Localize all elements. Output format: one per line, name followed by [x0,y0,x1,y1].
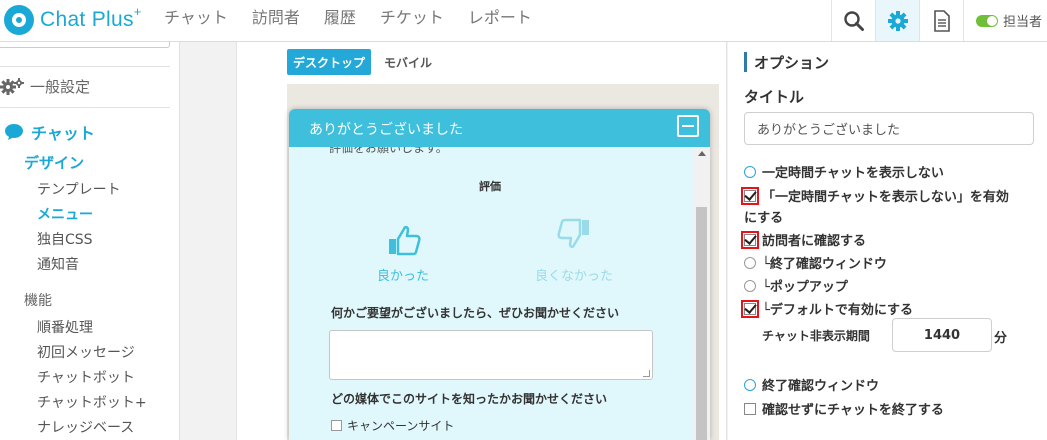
sidebar-item-chat[interactable]: チャット [4,120,95,144]
gears-icon [0,77,24,95]
nav-tickets[interactable]: チケット [380,4,444,28]
end-without-confirm-checkbox[interactable] [744,402,756,415]
logo-plus: + [133,4,142,19]
sidebar-item-queue[interactable]: 順番処理 [37,317,93,337]
chat-widget-preview: ありがとうございました 評価をお願いします。 評価 良かった 良くなかった 何か… [289,109,710,440]
thumbs-down-icon[interactable] [556,215,592,251]
sidebar-search-input[interactable] [0,42,170,48]
end-confirm-window-option[interactable]: 終了確認ウィンドウ [744,375,879,394]
sidebar-item-chatbot-plus[interactable]: チャットボット+ [37,392,147,412]
divider [0,66,170,67]
period-unit: 分 [994,331,1008,346]
hide-chat-radio[interactable] [744,165,756,178]
title-label: タイトル [744,88,805,106]
media-label: どの媒体でこのサイトを知ったかお聞かせください [331,392,608,406]
main-nav: チャット 訪問者 履歴 チケット レポート [164,0,556,32]
document-button[interactable] [919,0,963,41]
end-confirm-sub-option[interactable]: └終了確認ウィンドウ [744,253,887,272]
sidebar-item-template[interactable]: テンプレート [37,179,121,199]
status-label: 担当者 [1003,15,1043,30]
general-settings-label: 一般設定 [30,78,91,96]
request-textarea[interactable] [329,330,653,380]
hide-chat-label: 一定時間チャットを表示しない [762,166,944,181]
enable-hide-option[interactable]: 「一定時間チャットを表示しない」を有効 [741,186,1009,205]
options-panel: オプション タイトル ありがとうございました 一定時間チャットを表示しない 「一… [728,42,1047,440]
status-toggle[interactable]: 担当者 [963,0,1047,41]
widget-header: ありがとうございました [289,109,710,147]
thumbs-up-icon[interactable] [386,223,422,259]
minimize-icon[interactable] [677,115,699,137]
period-label: チャット非表示期間 [762,329,870,343]
sidebar-item-knowledge-base[interactable]: ナレッジベース [37,417,134,437]
scroll-up-icon[interactable] [698,151,706,156]
period-input[interactable]: 1440 [892,318,992,352]
sidebar-item-first-message[interactable]: 初回メッセージ [37,342,135,362]
rating-bad[interactable]: 良くなかった [535,265,613,284]
tab-desktop[interactable]: デスクトップ [287,49,372,75]
popup-option[interactable]: └ポップアップ [744,276,848,295]
campaign-site-option[interactable]: キャンペーンサイト [331,417,454,434]
confirm-visitor-option[interactable]: 訪問者に確認する [741,230,867,249]
rating-label: 評価 [479,180,501,193]
sidebar: 一般設定 チャット デザイン テンプレート メニュー 独自CSS 通知音 機能 … [0,42,180,440]
widget-body: 評価をお願いします。 評価 良かった 良くなかった 何かご要望がございましたら、… [289,147,710,440]
enable-hide-label-cont: にする [744,211,784,226]
request-label: 何かご要望がございましたら、ぜひお聞かせください [331,306,620,320]
widget-title: ありがとうございました [309,122,463,138]
logo-text: Chat Plus [40,8,134,31]
search-button[interactable] [831,0,875,41]
confirm-visitor-label: 訪問者に確認する [762,234,867,249]
rating-good[interactable]: 良かった [377,265,429,284]
default-enabled-option[interactable]: └デフォルトで有効にする [741,299,913,318]
sidebar-section-functions: 機能 [24,293,52,309]
sidebar-item-general-settings[interactable]: 一般設定 [0,76,90,97]
confirm-visitor-checkbox[interactable] [741,230,759,249]
end-confirm-window-radio[interactable] [744,378,756,391]
nav-visitors[interactable]: 訪問者 [252,4,300,28]
campaign-checkbox[interactable] [331,420,342,431]
options-heading: オプション [754,54,830,72]
popup-label: └ポップアップ [762,280,848,295]
app-logo[interactable]: Chat Plus+ [4,4,142,36]
toggle-switch[interactable] [976,14,998,27]
hide-chat-option[interactable]: 一定時間チャットを表示しない [744,162,944,181]
gear-icon [887,10,908,31]
top-header: Chat Plus+ チャット 訪問者 履歴 チケット レポート 担当者 [0,0,1047,42]
end-confirm-sub-label: └終了確認ウィンドウ [762,257,887,272]
enable-hide-checkbox[interactable] [741,186,759,205]
end-confirm-window-label: 終了確認ウィンドウ [762,379,880,394]
header-tools: 担当者 [831,0,1047,41]
document-icon [933,9,950,32]
end-without-confirm-option[interactable]: 確認せずにチャットを終了する [744,399,944,418]
widget-scrollbar[interactable] [693,147,710,440]
tab-mobile[interactable]: モバイル [384,49,432,75]
nav-history[interactable]: 履歴 [324,4,356,28]
enable-hide-label: 「一定時間チャットを表示しない」を有効 [762,190,1009,205]
default-enabled-checkbox[interactable] [741,299,759,318]
sidebar-item-design[interactable]: デザイン [24,152,84,173]
campaign-label: キャンペーンサイト [347,419,455,433]
end-without-confirm-label: 確認せずにチャットを終了する [762,403,944,418]
settings-button[interactable] [875,0,919,41]
popup-radio[interactable] [744,279,756,292]
end-confirm-sub-radio[interactable] [744,256,756,269]
nav-reports[interactable]: レポート [468,4,532,28]
search-icon [843,10,864,31]
title-input[interactable]: ありがとうございました [744,112,1034,145]
chat-plus-logo-icon [4,5,34,35]
nav-chat[interactable]: チャット [164,4,228,28]
divider [0,107,170,108]
section-accent-bar [744,52,747,72]
sidebar-item-chatbot[interactable]: チャットボット [37,367,135,387]
sidebar-item-notification-sound[interactable]: 通知音 [37,254,79,274]
scrollbar-thumb[interactable] [696,207,707,440]
chat-bubble-icon [5,124,23,140]
sidebar-item-menu[interactable]: メニュー [37,204,93,224]
chat-label: チャット [31,124,95,143]
widget-cut-text: 評価をお願いします。 [329,147,448,155]
default-enabled-label: └デフォルトで有効にする [762,303,913,318]
sidebar-item-custom-css[interactable]: 独自CSS [37,229,93,249]
